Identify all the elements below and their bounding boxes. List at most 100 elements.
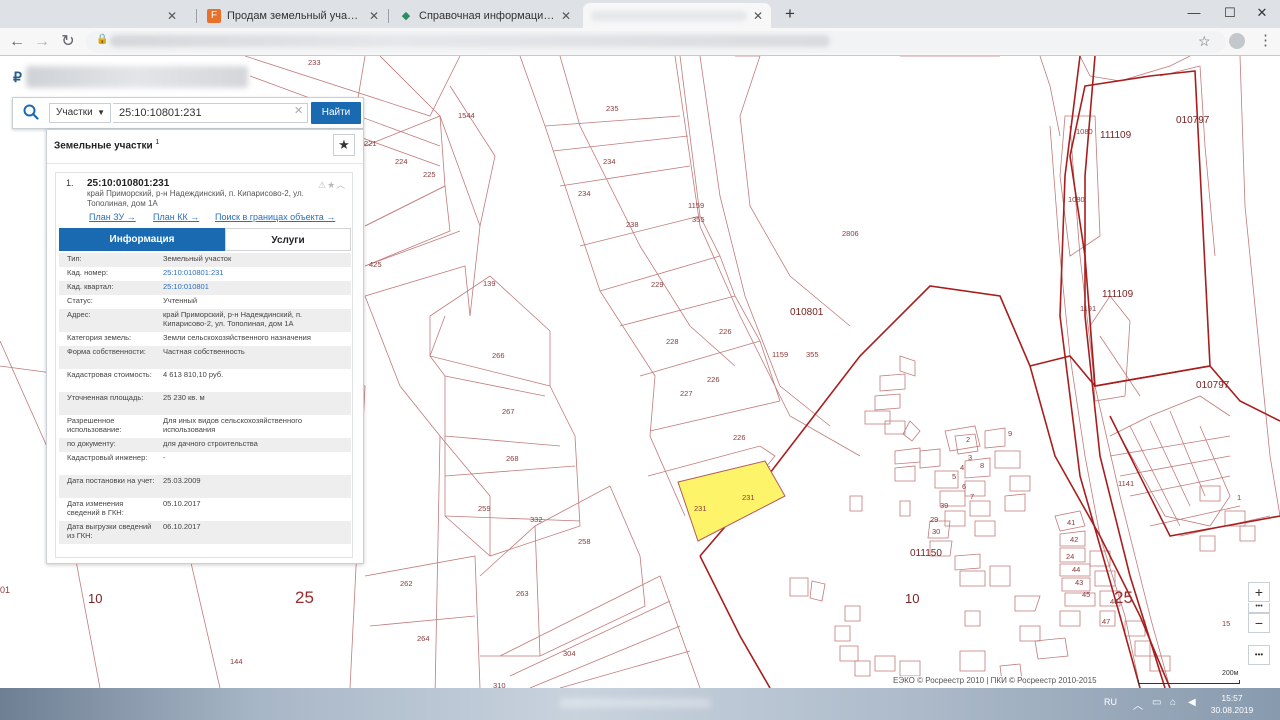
cadastral-region-label: 10 [88,591,102,606]
close-icon[interactable]: ✕ [753,9,763,23]
profile-avatar-icon[interactable] [1229,33,1245,49]
card-action-icons: ⚠★︿ [318,178,346,191]
row-value: - [163,453,166,462]
row-value: для дачного строительства [163,439,258,448]
chevron-up-icon[interactable]: ︿ [336,180,346,190]
plot-number-label: 229 [651,280,664,289]
table-row: Статус: Учтенный [59,295,351,309]
header-blurred [26,66,248,88]
language-indicator[interactable]: RU [1104,697,1117,707]
clear-icon[interactable]: ✕ [294,104,303,117]
bookmark-star-icon[interactable]: ☆ [1198,33,1211,50]
quarter-number-label: 011150 [910,548,942,559]
row-key: Адрес: [67,310,91,319]
plot-number-label: 226 [719,327,732,336]
plot-number-label: 227 [680,389,693,398]
tab-services[interactable]: Услуги [225,228,351,251]
browser-tab-2[interactable]: F Продам земельный участок в п ✕ [199,3,387,28]
close-icon[interactable]: ✕ [561,9,571,23]
plot-number-label: 4 [960,463,964,472]
plot-number-label: 29 [930,515,938,524]
selected-parcel-231[interactable] [677,460,786,542]
table-row: по документу: для дачного строительства [59,438,351,452]
new-tab-button[interactable]: + [779,4,801,24]
search-bar: Участки ▼ 25:10:10801:231 ✕ Найти [12,97,364,129]
browser-tab-4-active[interactable]: ✕ [583,3,771,28]
plot-number-label: 1191 [1080,304,1096,313]
plot-number-label: 225 [423,170,436,179]
row-value: Земли сельскохозяйственного назначения [163,333,311,342]
plan-zu-link[interactable]: План ЗУ → [89,212,136,222]
map-attribution: ЕЭКО © Росреестр 2010 | ПКИ © Росреестр … [890,676,1100,685]
plot-number-label: 262 [400,579,413,588]
search-type-select[interactable]: Участки ▼ [49,103,111,123]
kebab-menu-icon[interactable]: ⋮ [1258,31,1273,49]
search-in-bounds-link[interactable]: Поиск в границах объекта → [215,212,335,222]
plot-number-label: 45 [1082,590,1090,599]
network-icon[interactable]: ⌂ [1170,697,1176,708]
favicon-icon: F [207,8,221,23]
quarter-number-label: 010797 [1176,115,1210,126]
plot-number-label: 9 [1008,429,1012,438]
plot-number-label: 8 [980,461,984,470]
result-index: 1. [66,178,74,188]
panel-title: Земельные участки 1 [54,139,159,151]
table-row: Категория земель: Земли сельскохозяйствен… [59,332,351,346]
result-cadastral-number[interactable]: 25:10:010801:231 [87,178,169,189]
star-icon: ★ [338,137,350,152]
row-value[interactable]: 25:10:010801 [163,282,349,291]
back-arrow-icon[interactable]: ← [6,31,28,53]
table-row: Тип: Земельный участок [59,253,351,267]
chevron-down-icon: ▼ [97,108,105,117]
favorites-button[interactable]: ★ [333,134,355,156]
table-row: Адрес: край Приморский, р-н Надеждинский,… [59,309,351,332]
plot-number-label: 233 [308,58,321,67]
battery-icon[interactable]: ▭ [1152,697,1161,708]
plot-number-label: 355 [692,215,705,224]
browser-tab-3[interactable]: ◆ Справочная информация по об ✕ [391,3,579,28]
close-window-button[interactable]: ✕ [1244,2,1280,24]
table-row: Уточненная площадь: 25 230 кв. м [59,392,351,415]
plot-number-label: 24 [1066,552,1074,561]
plot-number-label: 15 [1222,619,1230,628]
plot-number-label: 231 [742,493,755,502]
plot-number-label: 258 [578,537,591,546]
plot-number-label: 355 [806,350,819,359]
cadastral-district-label: 25 [1114,588,1133,607]
plot-labels: 2332352342342382292282272262262312312242… [230,58,1241,688]
plot-number-label: 238 [626,220,639,229]
zoom-out-button[interactable]: − [1248,613,1270,633]
tab-information[interactable]: Информация [59,228,225,251]
plot-number-label: 6 [962,482,966,491]
plot-number-label: 7 [970,492,974,501]
quarter-boundaries [699,56,1280,688]
row-value: Для иных видов сельскохозяйственного исп… [163,416,302,434]
maximize-button[interactable]: ☐ [1212,2,1248,24]
minimize-button[interactable]: — [1176,2,1212,24]
chevron-up-icon[interactable]: ︿ [1133,697,1143,712]
zoom-in-button[interactable]: + [1248,582,1270,602]
forward-arrow-icon[interactable]: → [31,31,53,53]
url-text-blurred [110,35,830,47]
close-icon[interactable]: ✕ [369,9,379,23]
search-icon[interactable] [22,103,40,121]
browser-tab-1[interactable]: ✕ [0,3,185,28]
star-icon[interactable]: ★ [327,180,336,190]
search-type-label: Участки [56,107,93,118]
search-input[interactable]: 25:10:10801:231 [113,103,308,123]
row-value: край Приморский, р-н Надеждинский, п. Ки… [163,310,303,328]
search-button[interactable]: Найти [311,102,361,124]
row-value[interactable]: 25:10:010801:231 [163,268,349,277]
plot-number-label: 224 [395,157,408,166]
plan-kk-link[interactable]: План КК → [153,212,199,222]
table-row: Кадастровый инженер: - [59,452,351,475]
volume-icon[interactable]: ◀ [1188,697,1196,708]
plot-number-label: 144 [230,657,243,666]
warning-icon[interactable]: ⚠ [318,180,327,190]
zoom-slider[interactable]: ••• [1248,603,1270,613]
system-clock[interactable]: 15:57 30.08.2019 [1207,692,1257,716]
reload-icon[interactable]: ↻ [57,31,79,53]
row-value: 25 230 кв. м [163,393,205,402]
close-icon[interactable]: ✕ [167,9,177,23]
more-tools-button[interactable]: ••• [1248,645,1270,665]
